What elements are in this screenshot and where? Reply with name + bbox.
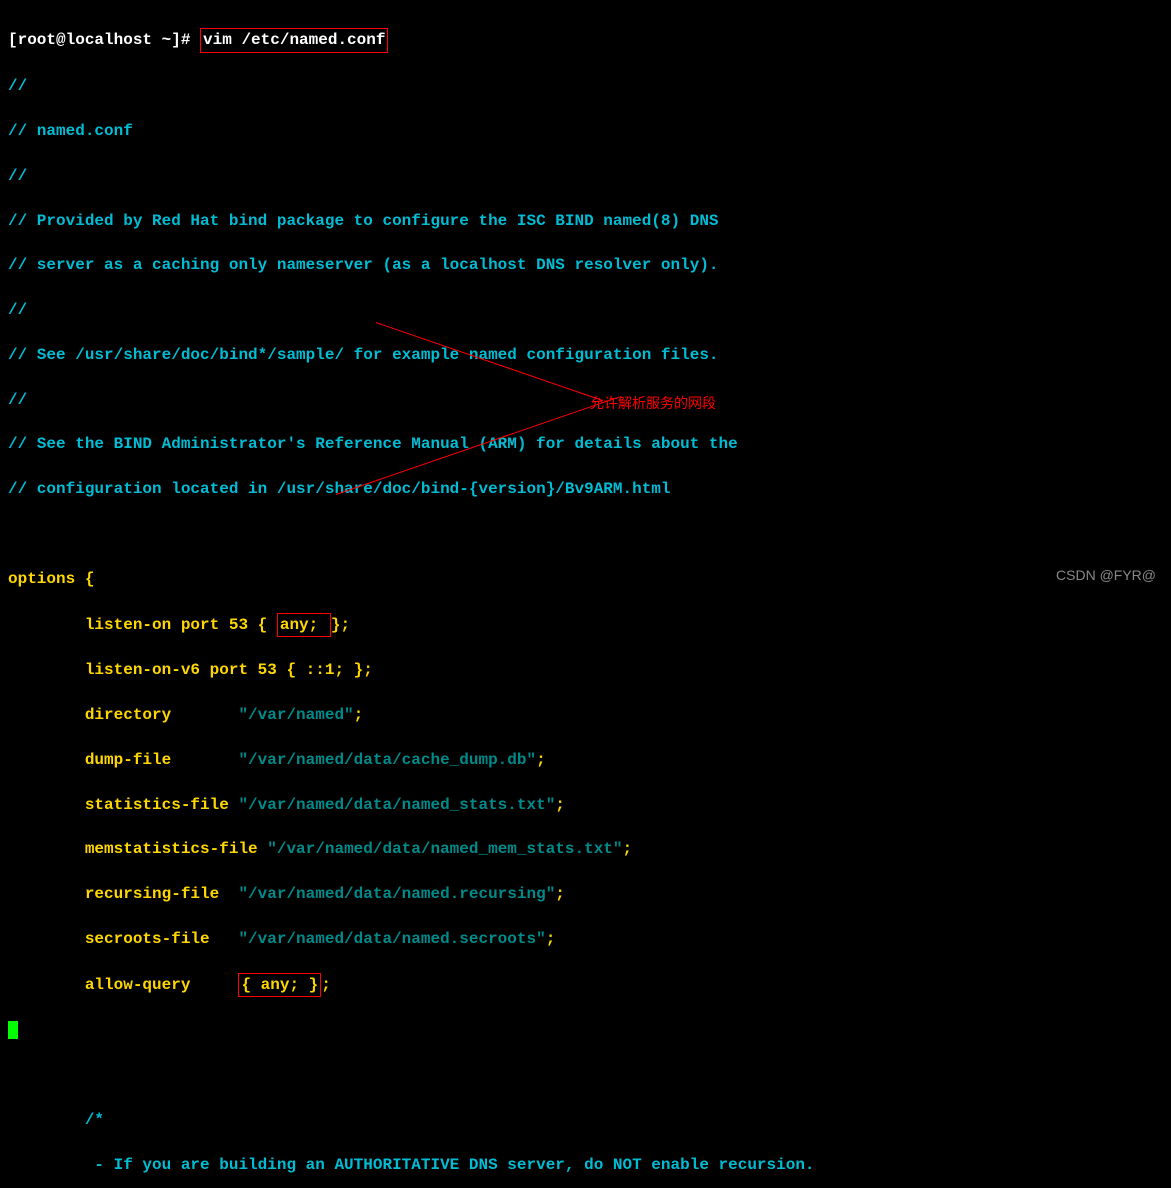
command-highlight-box: vim /etc/named.conf [200, 28, 388, 52]
comment-line: // configuration located in /usr/share/d… [8, 478, 1163, 500]
stats-file-key: statistics-file [8, 796, 238, 814]
listen-on-end: }; [331, 616, 350, 634]
semicolon: ; [546, 930, 556, 948]
semicolon: ; [555, 885, 565, 903]
dump-file-val: "/var/named/data/cache_dump.db" [238, 751, 536, 769]
recursing-val: "/var/named/data/named.recursing" [238, 885, 555, 903]
stats-file-val: "/var/named/data/named_stats.txt" [238, 796, 555, 814]
vim-command: vim /etc/named.conf [203, 31, 385, 49]
recursing-key: recursing-file [8, 885, 238, 903]
directory-key: directory [8, 706, 238, 724]
comment-line: // See /usr/share/doc/bind*/sample/ for … [8, 344, 1163, 366]
listen-on-key: listen-on port 53 { [8, 616, 277, 634]
secroots-key: secroots-file [8, 930, 238, 948]
block-comment-line: - If you are building an AUTHORITATIVE D… [8, 1154, 1163, 1176]
watermark-text: CSDN @FYR@ [1056, 566, 1156, 586]
comment-line: // [8, 165, 1163, 187]
semicolon: ; [536, 751, 546, 769]
terminal-window[interactable]: [root@localhost ~]# vim /etc/named.conf … [0, 0, 1171, 1188]
semicolon: ; [354, 706, 364, 724]
blank-line [8, 523, 1163, 545]
shell-prompt: [root@localhost ~]# [8, 31, 200, 49]
semicolon: ; [555, 796, 565, 814]
dump-file-key: dump-file [8, 751, 238, 769]
options-keyword: options { [8, 570, 94, 588]
cursor-icon [8, 1021, 18, 1039]
comment-line: // [8, 299, 1163, 321]
blank-line [8, 1064, 1163, 1086]
allow-query-val: { any; } [241, 976, 318, 994]
allow-query-key: allow-query [8, 976, 238, 994]
comment-line: // Provided by Red Hat bind package to c… [8, 210, 1163, 232]
comment-line: // server as a caching only nameserver (… [8, 254, 1163, 276]
any-highlight-box-2: { any; } [238, 973, 321, 997]
semicolon: ; [623, 840, 633, 858]
secroots-val: "/var/named/data/named.secroots" [238, 930, 545, 948]
memstats-key: memstatistics-file [8, 840, 267, 858]
comment-line: // See the BIND Administrator's Referenc… [8, 433, 1163, 455]
any-highlight-box-1: any; [277, 613, 331, 637]
listen-on-val: any; [280, 616, 328, 634]
comment-line: // [8, 75, 1163, 97]
listen-on-v6-line: listen-on-v6 port 53 { ::1; }; [8, 659, 1163, 681]
comment-line: // named.conf [8, 120, 1163, 142]
allow-query-end: ; [321, 976, 331, 994]
block-comment-open: /* [8, 1109, 1163, 1131]
directory-val: "/var/named" [238, 706, 353, 724]
memstats-val: "/var/named/data/named_mem_stats.txt" [267, 840, 622, 858]
